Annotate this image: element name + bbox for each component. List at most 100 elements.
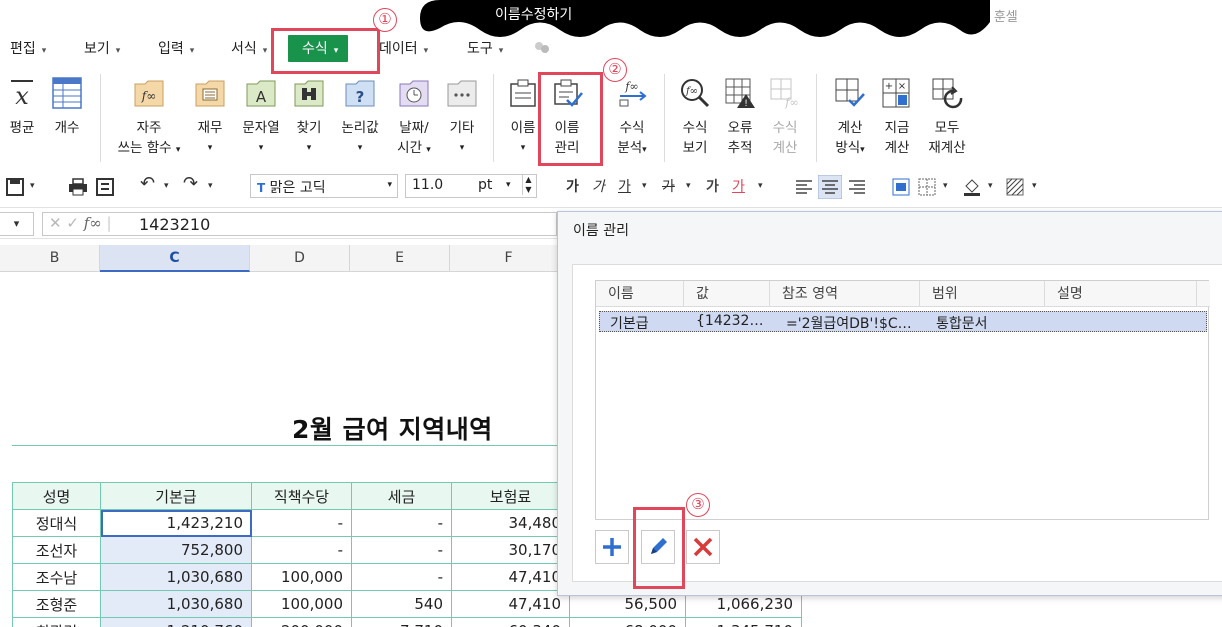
- pattern-icon[interactable]: [1006, 178, 1024, 196]
- cell-base-pay[interactable]: 1,030,680: [100, 563, 252, 591]
- cell-name[interactable]: 최광림: [12, 617, 101, 627]
- list-item[interactable]: 기본급 {14232… ='2월급여DB'!$C… 통합문서: [599, 311, 1207, 332]
- formula-analysis-button[interactable]: f∞ 수식 분석▾: [612, 76, 652, 160]
- name-button[interactable]: 이름 ▾: [506, 76, 540, 158]
- chevron-down-icon[interactable]: ▾: [943, 181, 948, 191]
- italic-button[interactable]: 가: [592, 176, 605, 196]
- align-center-icon[interactable]: [818, 175, 842, 199]
- bold-button[interactable]: 가: [566, 176, 579, 196]
- spin-arrows-icon[interactable]: ▲ ▼: [522, 175, 534, 195]
- redo-icon[interactable]: ↷: [183, 173, 198, 194]
- column-header-b[interactable]: B: [10, 245, 100, 272]
- cell-g[interactable]: 68,000: [569, 617, 686, 627]
- chevron-down-icon[interactable]: ▾: [686, 181, 691, 191]
- cell-insurance[interactable]: 30,170: [451, 536, 570, 564]
- calculate-now-button[interactable]: + × 지금 계산: [880, 76, 914, 158]
- datetime-button[interactable]: 날짜/ 시간 ▾: [394, 76, 434, 160]
- undo-icon[interactable]: ↶: [140, 173, 155, 194]
- cell-allowance[interactable]: 100,000: [251, 563, 352, 591]
- cell-allowance[interactable]: -: [251, 509, 352, 537]
- column-header-f[interactable]: F: [450, 245, 568, 272]
- calc-options-button[interactable]: 계산 방식▾: [830, 76, 870, 160]
- cell-name[interactable]: 조형준: [12, 590, 101, 618]
- delete-name-button[interactable]: [686, 530, 720, 564]
- chevron-down-icon[interactable]: ▾: [208, 181, 213, 191]
- financial-button[interactable]: 재무 ▾: [193, 76, 227, 158]
- cell-tax[interactable]: 7,710: [351, 617, 452, 627]
- lookup-button[interactable]: 찾기 ▾: [292, 76, 326, 158]
- font-name-select[interactable]: T 맑은 고딕 ▾: [250, 174, 398, 198]
- strikethrough-button[interactable]: 가: [662, 176, 675, 196]
- menu-format[interactable]: 서식 ▾: [231, 38, 267, 58]
- average-button[interactable]: x 평균: [5, 76, 39, 138]
- font-color-button[interactable]: 가: [732, 176, 745, 196]
- add-name-button[interactable]: [595, 530, 629, 564]
- cell-name[interactable]: 정대식: [12, 509, 101, 537]
- column-header-e[interactable]: E: [350, 245, 450, 272]
- underline-button[interactable]: 가: [618, 176, 631, 196]
- chevron-down-icon[interactable]: ▾: [642, 181, 647, 191]
- list-header-desc[interactable]: 설명: [1045, 281, 1197, 307]
- print-preview-icon[interactable]: [96, 178, 114, 196]
- cell-tax[interactable]: 540: [351, 590, 452, 618]
- fill-color-icon[interactable]: [962, 177, 982, 197]
- cell-base-pay[interactable]: 1,210,760: [100, 617, 252, 627]
- cell-allowance[interactable]: 100,000: [251, 590, 352, 618]
- list-header-value[interactable]: 값: [684, 281, 770, 307]
- recalculate-all-button[interactable]: 모두 재계산: [925, 76, 969, 158]
- cell-insurance[interactable]: 34,480: [451, 509, 570, 537]
- header-position-allowance[interactable]: 직책수당: [251, 482, 352, 510]
- header-insurance[interactable]: 보험료: [451, 482, 570, 510]
- list-header-name[interactable]: 이름: [596, 281, 684, 307]
- cell-h[interactable]: 1,345,710: [685, 617, 802, 627]
- text-functions-button[interactable]: A 문자열 ▾: [238, 76, 284, 158]
- formula-input[interactable]: ✕ ✓ f∞ | 1423210: [42, 212, 557, 236]
- borders-icon[interactable]: [918, 178, 936, 196]
- cell-tax[interactable]: -: [351, 509, 452, 537]
- save-icon[interactable]: [6, 178, 24, 196]
- font-size-field[interactable]: 11.0 pt ▾ ▲ ▼: [405, 174, 537, 198]
- frequent-functions-button[interactable]: f∞ 자주 쓰는 함수 ▾: [112, 76, 186, 160]
- column-header-d[interactable]: D: [250, 245, 350, 272]
- shadow-button[interactable]: 가: [706, 176, 719, 196]
- cell-insurance[interactable]: 60,340: [451, 617, 570, 627]
- align-right-icon[interactable]: [848, 178, 866, 196]
- more-functions-button[interactable]: 기타 ▾: [445, 76, 479, 158]
- menu-view[interactable]: 보기 ▾: [84, 38, 120, 58]
- help-icon[interactable]: [533, 40, 551, 56]
- count-button[interactable]: 개수: [50, 76, 84, 138]
- confirm-icon[interactable]: ✓: [66, 214, 79, 232]
- cell-allowance[interactable]: -: [251, 536, 352, 564]
- name-list[interactable]: 이름 값 참조 영역 범위 설명 기본급 {14232… ='2월급여DB'!$…: [595, 280, 1210, 520]
- evaluate-formula-button[interactable]: f∞ 수식 계산: [768, 76, 802, 158]
- error-trace-button[interactable]: ! 오류 추적: [723, 76, 757, 158]
- chevron-down-icon[interactable]: ▾: [30, 181, 35, 191]
- name-box-dropdown[interactable]: ▾: [0, 212, 34, 236]
- chevron-down-icon[interactable]: ▾: [164, 181, 169, 191]
- menu-edit[interactable]: 편집 ▾: [10, 38, 46, 58]
- function-icon[interactable]: f∞: [84, 214, 102, 232]
- logical-button[interactable]: ? 논리값 ▾: [337, 76, 383, 158]
- chevron-down-icon[interactable]: ▾: [758, 181, 763, 191]
- list-header-scope[interactable]: 범위: [920, 281, 1045, 307]
- chevron-down-icon[interactable]: ▾: [1032, 181, 1037, 191]
- cell-name[interactable]: 조선자: [12, 536, 101, 564]
- cell-name[interactable]: 조수남: [12, 563, 101, 591]
- merge-cells-icon[interactable]: [892, 178, 910, 196]
- cell-insurance[interactable]: 47,410: [451, 590, 570, 618]
- cell-tax[interactable]: -: [351, 563, 452, 591]
- header-base-pay[interactable]: 기본급: [100, 482, 252, 510]
- print-icon[interactable]: [68, 178, 88, 196]
- list-header-ref[interactable]: 참조 영역: [770, 281, 920, 307]
- menu-insert[interactable]: 입력 ▾: [158, 38, 194, 58]
- show-formulas-button[interactable]: f∞ 수식 보기: [678, 76, 712, 158]
- cell-base-pay[interactable]: 1,423,210: [100, 509, 252, 537]
- align-left-icon[interactable]: [795, 178, 813, 196]
- cell-tax[interactable]: -: [351, 536, 452, 564]
- column-header-c[interactable]: C: [100, 245, 250, 272]
- header-name[interactable]: 성명: [12, 482, 101, 510]
- cell-insurance[interactable]: 47,410: [451, 563, 570, 591]
- cell-allowance[interactable]: 200,000: [251, 617, 352, 627]
- cancel-icon[interactable]: ✕: [49, 214, 62, 232]
- cell-base-pay[interactable]: 1,030,680: [100, 590, 252, 618]
